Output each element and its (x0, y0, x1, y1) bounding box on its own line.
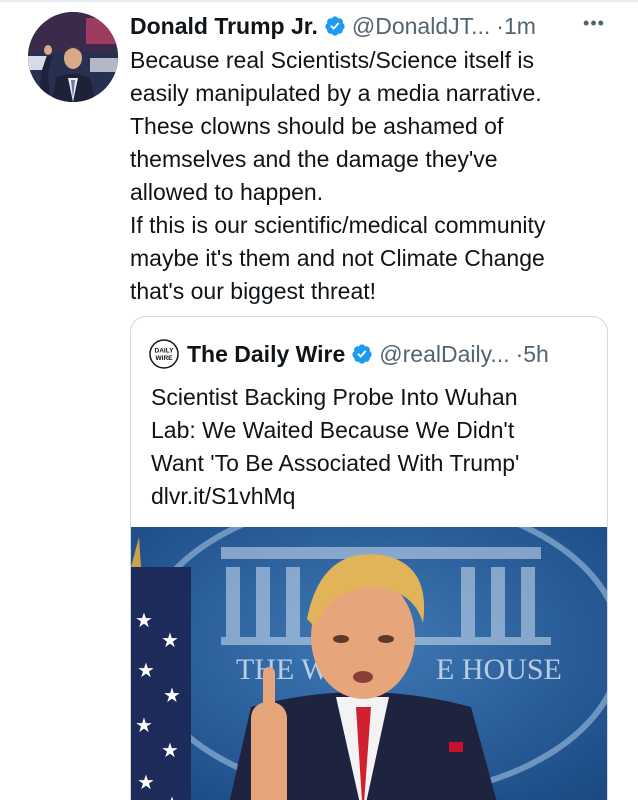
quote-header: DAILY WIRE The Daily Wire @realDaily... … (149, 339, 549, 369)
quote-line: Scientist Backing Probe Into Wuhan (151, 384, 518, 410)
tweet-line: that's our biggest threat! (130, 278, 377, 304)
top-divider (0, 0, 638, 2)
quote-image[interactable]: THE W E HOUSE ★★★ ★★★ ★★ (131, 527, 607, 800)
tweet-line: allowed to happen. (130, 179, 324, 205)
tweet-line: If this is our scientific/medical commun… (130, 212, 546, 238)
avatar-photo (28, 12, 118, 102)
svg-text:★: ★ (135, 608, 153, 632)
svg-text:★: ★ (161, 738, 179, 762)
svg-text:DAILY: DAILY (155, 348, 175, 355)
author-handle[interactable]: @DonaldJT... (352, 13, 490, 40)
daily-wire-logo: DAILY WIRE (149, 339, 179, 369)
verified-badge-icon (351, 343, 373, 365)
tweet-line: maybe it's them and not Climate Change (130, 245, 545, 271)
author-name[interactable]: Donald Trump Jr. (130, 13, 318, 40)
more-horizontal-icon[interactable]: ••• (580, 13, 608, 33)
svg-text:★: ★ (137, 658, 155, 682)
tweet-line: easily manipulated by a media narrative. (130, 80, 542, 106)
quote-line: Lab: We Waited Because We Didn't (151, 417, 515, 443)
quote-line: Want 'To Be Associated With Trump' (151, 450, 520, 476)
tweet-header: Donald Trump Jr. @DonaldJT... ·1m (130, 8, 536, 44)
svg-text:★: ★ (161, 628, 179, 652)
svg-text:E HOUSE: E HOUSE (436, 653, 562, 686)
svg-text:★: ★ (135, 713, 153, 737)
quote-tweet-card[interactable]: DAILY WIRE The Daily Wire @realDaily... … (130, 316, 608, 800)
tweet-line: These clowns should be ashamed of (130, 113, 504, 139)
quote-time[interactable]: ·5h (516, 341, 549, 368)
quote-link[interactable]: dlvr.it/S1vhMq (151, 480, 591, 513)
tweet-text: Because real Scientists/Science itself i… (130, 44, 620, 308)
svg-text:★: ★ (163, 683, 181, 707)
us-flag: ★★★ ★★★ ★★ (131, 537, 191, 800)
quote-author-handle[interactable]: @realDaily... (379, 341, 509, 368)
quote-text: Scientist Backing Probe Into Wuhan Lab: … (151, 381, 591, 513)
verified-badge-icon (324, 15, 346, 37)
svg-text:★: ★ (137, 770, 155, 794)
tweet-line: Because real Scientists/Science itself i… (130, 47, 534, 73)
avatar[interactable] (28, 12, 118, 102)
quote-author-name[interactable]: The Daily Wire (187, 341, 345, 368)
press-briefing-photo: THE W E HOUSE ★★★ ★★★ ★★ (131, 527, 607, 800)
svg-text:★: ★ (163, 792, 181, 800)
tweet-line: themselves and the damage they've (130, 146, 498, 172)
svg-text:WIRE: WIRE (156, 355, 174, 362)
tweet-time[interactable]: ·1m (496, 13, 536, 40)
